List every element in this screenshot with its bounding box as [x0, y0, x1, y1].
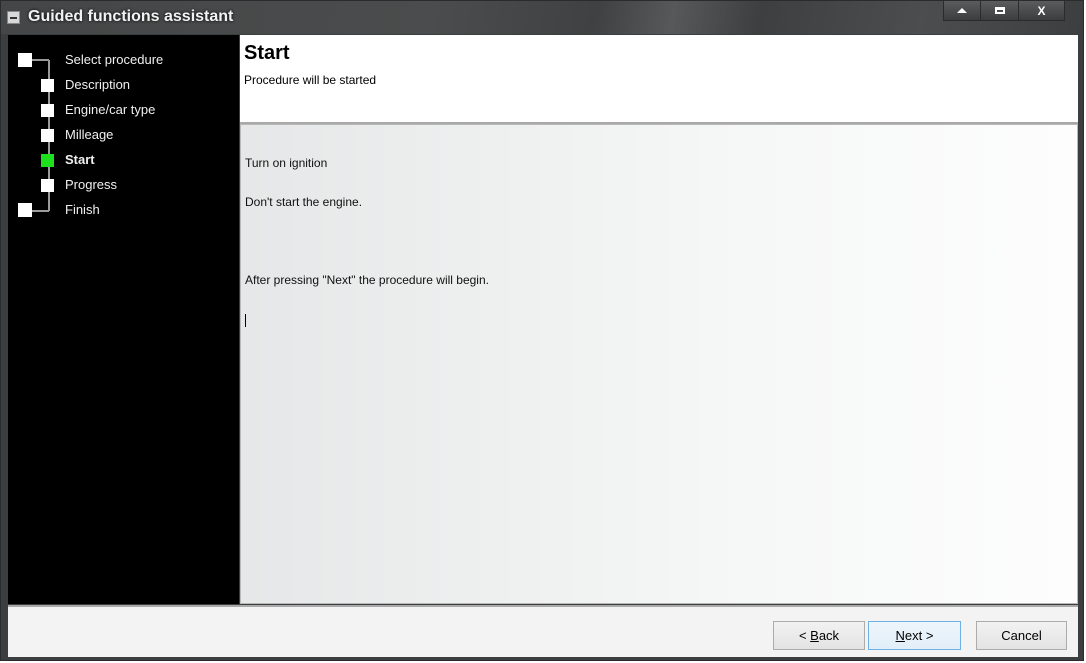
step-label: Progress — [65, 177, 118, 192]
back-button[interactable]: < Back — [773, 621, 865, 650]
button-bar: < Back Next > Cancel — [8, 605, 1078, 657]
page-header: Start Procedure will be started — [240, 35, 1078, 124]
step-label: Milleage — [65, 127, 114, 142]
step-status-icon — [41, 154, 54, 167]
next-mnemonic: N — [895, 628, 905, 643]
step-status-icon — [18, 53, 32, 67]
instruction-line — [245, 235, 489, 248]
instruction-line: After pressing "Next" the procedure will… — [245, 273, 489, 287]
next-rest: ext > — [904, 628, 934, 643]
step-status-icon — [41, 104, 54, 117]
system-menu-icon[interactable] — [7, 11, 20, 24]
step-item-finish: Finish — [8, 197, 239, 222]
maximize-icon — [994, 7, 1005, 14]
minimize-button[interactable] — [944, 1, 980, 20]
guided-functions-window: Guided functions assistant X Select proc… — [0, 0, 1084, 661]
window-controls: X — [943, 1, 1065, 21]
title-bar[interactable]: Guided functions assistant X — [1, 1, 1083, 34]
instructions-text: Turn on ignition Don't start the engine.… — [245, 131, 489, 353]
back-mnemonic: B — [810, 628, 819, 643]
step-label: Engine/car type — [65, 102, 156, 117]
text-caret — [245, 314, 246, 327]
steps-sidebar: Select procedure Description Engine/car ty… — [8, 35, 239, 604]
instruction-line: Don't start the engine. — [245, 195, 363, 209]
back-rest: ack — [818, 628, 840, 643]
page-subtitle: Procedure will be started — [244, 73, 377, 87]
back-prefix: < — [798, 628, 811, 643]
cancel-button[interactable]: Cancel — [976, 621, 1067, 650]
step-status-icon — [18, 203, 32, 217]
step-item-description: Description — [8, 72, 239, 97]
close-button[interactable]: X — [1018, 1, 1064, 20]
close-icon: X — [1037, 3, 1046, 18]
step-label: Select procedure — [65, 52, 164, 67]
page-title: Start — [244, 42, 290, 64]
step-status-icon — [41, 179, 54, 192]
step-item-start: Start — [8, 147, 239, 172]
maximize-button[interactable] — [980, 1, 1018, 20]
step-label: Description — [65, 77, 131, 92]
step-item-select-procedure: Select procedure — [8, 47, 239, 72]
next-button[interactable]: Next > — [868, 621, 961, 650]
step-label: Finish — [65, 202, 100, 217]
step-status-icon — [41, 79, 54, 92]
instruction-line: Turn on ignition — [245, 156, 328, 170]
step-item-engine-car-type: Engine/car type — [8, 97, 239, 122]
step-status-icon — [41, 129, 54, 142]
minimize-icon — [957, 8, 967, 13]
step-item-milleage: Milleage — [8, 122, 239, 147]
instructions-text-area[interactable]: Turn on ignition Don't start the engine.… — [240, 124, 1078, 604]
step-label: Start — [65, 152, 95, 167]
window-title: Guided functions assistant — [28, 8, 234, 25]
step-item-progress: Progress — [8, 172, 239, 197]
